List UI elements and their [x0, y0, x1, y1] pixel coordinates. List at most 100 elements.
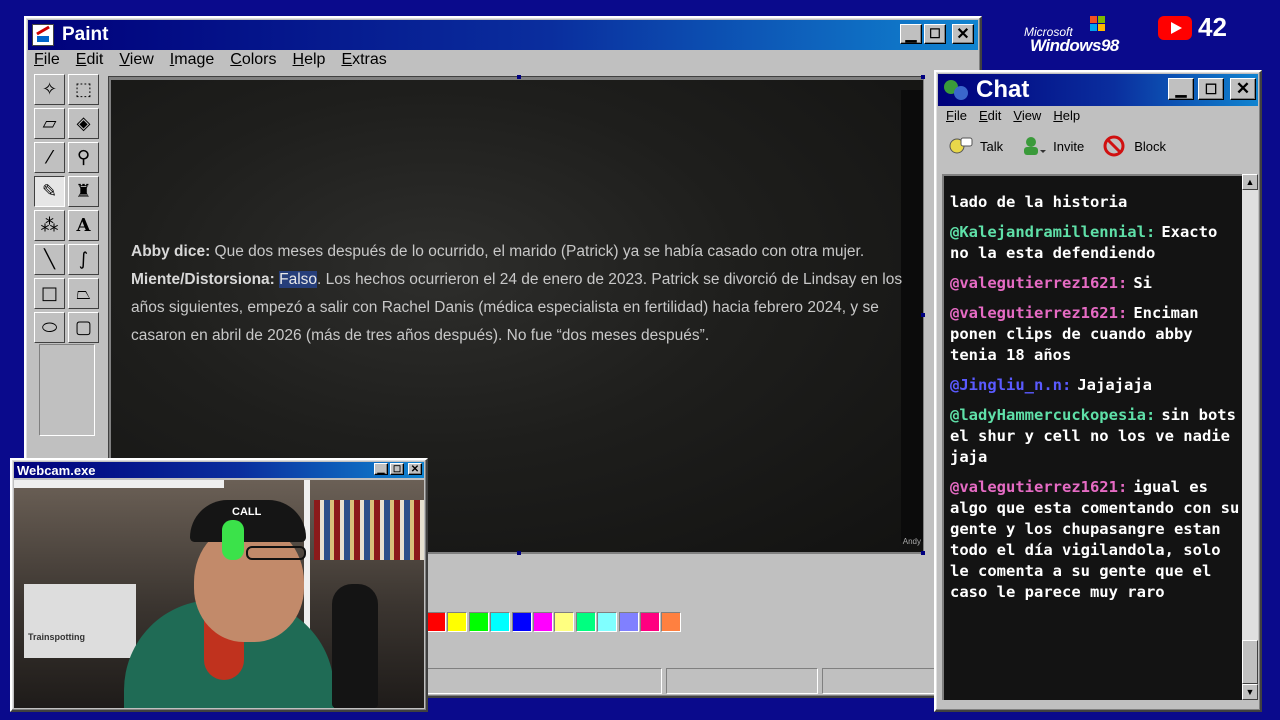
eraser-icon[interactable]: ▱	[34, 108, 65, 139]
chat-scrollbar[interactable]: ▲ ▼	[1242, 174, 1258, 700]
chat-window: Chat ▁ ☐ ✕ File Edit View Help Talk Invi…	[934, 70, 1262, 712]
fill-icon[interactable]: ◈	[68, 108, 99, 139]
color-palette	[426, 612, 683, 632]
chat-username[interactable]: @valegutierrez1621:	[950, 304, 1127, 322]
webcam-minimize-button[interactable]: ▁	[374, 463, 388, 475]
claim-text: Que dos meses después de lo ocurrido, el…	[210, 243, 865, 260]
webcam-titlebar[interactable]: Webcam.exe	[14, 462, 424, 478]
palette-swatch[interactable]	[554, 612, 575, 632]
menu-help[interactable]: Help	[293, 51, 326, 69]
rectangle-icon[interactable]: □	[34, 278, 65, 309]
shelf	[14, 480, 224, 488]
chat-message-text: Si	[1133, 274, 1152, 292]
resize-handle-top-right[interactable]	[921, 75, 925, 79]
chat-menu-file[interactable]: File	[946, 108, 967, 123]
menu-extras[interactable]: Extras	[341, 51, 386, 69]
ellipse-icon[interactable]: ⬭	[34, 312, 65, 343]
chat-menu-view[interactable]: View	[1013, 108, 1041, 123]
pencil-icon[interactable]: ✎	[34, 176, 65, 207]
chat-people-icon	[942, 76, 970, 104]
chat-menubar: File Edit View Help	[946, 108, 1092, 123]
palette-swatch[interactable]	[597, 612, 618, 632]
text-icon[interactable]: A	[68, 210, 99, 241]
menu-colors[interactable]: Colors	[230, 51, 276, 69]
glasses	[246, 546, 306, 560]
youtube-viewer-count: 42	[1198, 12, 1227, 42]
block-button[interactable]: Block	[1102, 134, 1166, 158]
magnifier-icon[interactable]: ⚲	[68, 142, 99, 173]
scroll-thumb[interactable]	[1242, 640, 1258, 684]
chat-log[interactable]: lado de la historia @Kalejandramillennial…	[942, 174, 1242, 700]
brush-icon[interactable]: ♜	[68, 176, 99, 207]
menu-image[interactable]: Image	[170, 51, 214, 69]
palette-swatch[interactable]	[490, 612, 511, 632]
palette-swatch[interactable]	[661, 612, 682, 632]
resize-handle-right[interactable]	[921, 313, 925, 317]
rounded-rect-icon[interactable]: ▢	[68, 312, 99, 343]
palette-swatch[interactable]	[468, 612, 489, 632]
talk-label: Talk	[980, 138, 1004, 154]
polygon-icon[interactable]: ⏢	[68, 278, 99, 309]
free-select-icon[interactable]: ✧	[34, 74, 65, 105]
color-picker-icon[interactable]: ⁄	[34, 142, 65, 173]
chat-message: lado de la historia	[950, 192, 1240, 213]
palette-swatch[interactable]	[426, 612, 446, 632]
chat-toolbar: Talk Invite Block	[948, 134, 1184, 158]
chat-close-button[interactable]: ✕	[1230, 78, 1256, 100]
menu-view[interactable]: View	[119, 51, 153, 69]
talk-button[interactable]: Talk	[948, 134, 1003, 158]
close-button[interactable]: ✕	[952, 24, 974, 44]
chat-minimize-button[interactable]: ▁	[1168, 78, 1194, 100]
curve-icon[interactable]: ∫	[68, 244, 99, 275]
invite-button[interactable]: Invite	[1021, 134, 1084, 158]
maximize-icon: ☐	[392, 463, 402, 474]
block-label: Block	[1134, 138, 1166, 154]
rebuttal-paragraph: Miente/Distorsiona: Falso. Los hechos oc…	[131, 266, 911, 350]
paint-title: Paint	[62, 24, 109, 45]
canvas-caption: Andy	[902, 537, 921, 546]
claim-label: Abby dice:	[131, 243, 211, 260]
chat-menu-help[interactable]: Help	[1053, 108, 1080, 123]
tool-options-panel[interactable]	[39, 344, 95, 436]
webcam-close-button[interactable]: ✕	[408, 463, 422, 475]
chat-username[interactable]: @Jingliu_n.n:	[950, 376, 1071, 394]
palette-swatch[interactable]	[511, 612, 532, 632]
scroll-up-button[interactable]: ▲	[1242, 174, 1258, 190]
line-icon[interactable]: ╲	[34, 244, 65, 275]
chat-message-text: igual es algo que esta comentando con su…	[950, 478, 1240, 601]
chat-message: @valegutierrez1621: Si	[950, 273, 1240, 294]
resize-handle-bottom[interactable]	[517, 551, 521, 555]
windows-flag-icon	[1090, 16, 1106, 32]
chat-maximize-button[interactable]: ☐	[1198, 78, 1224, 100]
menu-edit[interactable]: Edit	[76, 51, 104, 69]
scroll-down-button[interactable]: ▼	[1242, 684, 1258, 700]
palette-swatch[interactable]	[639, 612, 660, 632]
maximize-button[interactable]: ☐	[924, 24, 946, 44]
chat-title: Chat	[976, 76, 1030, 103]
menu-file[interactable]: File	[34, 51, 60, 69]
chat-message: @Kalejandramillennial: Exacto no la esta …	[950, 222, 1240, 264]
chat-username[interactable]: @Kalejandramillennial:	[950, 223, 1155, 241]
chat-username[interactable]: @ladyHammercuckopesia:	[950, 406, 1155, 424]
airbrush-icon[interactable]: ⁂	[34, 210, 65, 241]
webcam-maximize-button[interactable]: ☐	[390, 463, 404, 475]
resize-handle-bottom-right[interactable]	[921, 551, 925, 555]
claim-paragraph: Abby dice: Que dos meses después de lo o…	[131, 238, 911, 266]
chat-message-text: lado de la historia	[950, 193, 1128, 211]
poster-text: Trainspotting	[28, 632, 85, 642]
minimize-button[interactable]: ▁	[900, 24, 922, 44]
palette-swatch[interactable]	[575, 612, 596, 632]
youtube-counter: 42	[1158, 12, 1227, 43]
palette-swatch[interactable]	[618, 612, 639, 632]
chat-message: @valegutierrez1621: igual es algo que est…	[950, 477, 1240, 603]
chat-username[interactable]: @valegutierrez1621:	[950, 478, 1127, 496]
rect-select-icon[interactable]: ⬚	[68, 74, 99, 105]
palette-swatch[interactable]	[447, 612, 468, 632]
maximize-icon: ☐	[1204, 80, 1218, 97]
resize-handle-top[interactable]	[517, 75, 521, 79]
chat-menu-edit[interactable]: Edit	[979, 108, 1001, 123]
palette-swatch[interactable]	[532, 612, 553, 632]
chat-username[interactable]: @valegutierrez1621:	[950, 274, 1127, 292]
highlighted-word: Falso	[279, 271, 318, 288]
paint-titlebar[interactable]: Paint	[28, 20, 978, 50]
